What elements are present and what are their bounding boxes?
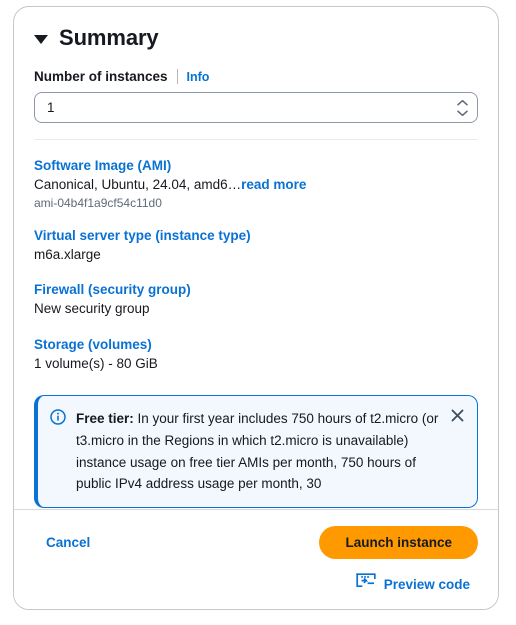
page-title: Summary <box>59 25 159 50</box>
summary-panel-body: Summary Number of instances Info Softwar… <box>14 7 498 509</box>
info-link[interactable]: Info <box>187 70 210 84</box>
summary-section-value: 1 volume(s) - 80 GiB <box>34 355 158 371</box>
summary-panel: Summary Number of instances Info Softwar… <box>13 6 499 610</box>
summary-section-firewall: Firewall (security group) New security g… <box>34 282 478 318</box>
close-icon[interactable] <box>448 407 466 425</box>
summary-section-title[interactable]: Firewall (security group) <box>34 282 478 297</box>
read-more-link[interactable]: read more <box>241 177 306 192</box>
summary-section-title[interactable]: Storage (volumes) <box>34 337 478 352</box>
info-circle-icon <box>50 409 66 430</box>
cancel-button[interactable]: Cancel <box>34 535 90 550</box>
quantity-stepper[interactable] <box>456 98 469 117</box>
summary-section-title[interactable]: Software Image (AMI) <box>34 158 478 173</box>
launch-instance-button[interactable]: Launch instance <box>319 526 478 559</box>
summary-section-value: m6a.xlarge <box>34 247 101 263</box>
stepper-down-icon <box>457 110 468 116</box>
label-separator <box>176 69 178 84</box>
preview-code-button[interactable]: Preview code <box>384 577 470 592</box>
summary-section-value: New security group <box>34 301 150 317</box>
panel-footer: Cancel Launch instance Preview code <box>14 509 498 609</box>
code-terminal-icon <box>356 573 376 596</box>
footer-actions-row: Cancel Launch instance <box>34 526 478 559</box>
caret-down-icon[interactable] <box>34 35 48 44</box>
free-tier-alert-strong: Free tier: <box>76 410 134 426</box>
free-tier-alert-text: Free tier: In your first year includes 7… <box>76 408 463 495</box>
ami-description: Canonical, Ubuntu, 24.04, amd6… <box>34 177 242 192</box>
ami-id: ami-04b4f1a9cf54c11d0 <box>34 196 162 211</box>
free-tier-alert: Free tier: In your first year includes 7… <box>34 394 478 509</box>
number-of-instances-field[interactable] <box>34 92 478 123</box>
summary-section-title[interactable]: Virtual server type (instance type) <box>34 228 478 243</box>
summary-header[interactable]: Summary <box>34 25 478 51</box>
number-of-instances-input[interactable] <box>35 93 477 122</box>
summary-section-ami: Software Image (AMI) Canonical, Ubuntu, … <box>34 158 478 210</box>
preview-code-row[interactable]: Preview code <box>34 573 478 596</box>
summary-section-storage: Storage (volumes) 1 volume(s) - 80 GiB <box>34 337 478 373</box>
summary-section-value: Canonical, Ubuntu, 24.04, amd6…read more <box>34 176 478 194</box>
stepper-up-icon <box>457 99 468 105</box>
number-of-instances-label-row: Number of instances Info <box>34 69 478 84</box>
summary-section-instance-type: Virtual server type (instance type) m6a.… <box>34 228 478 264</box>
section-divider <box>34 139 478 140</box>
number-of-instances-label: Number of instances <box>34 69 168 84</box>
